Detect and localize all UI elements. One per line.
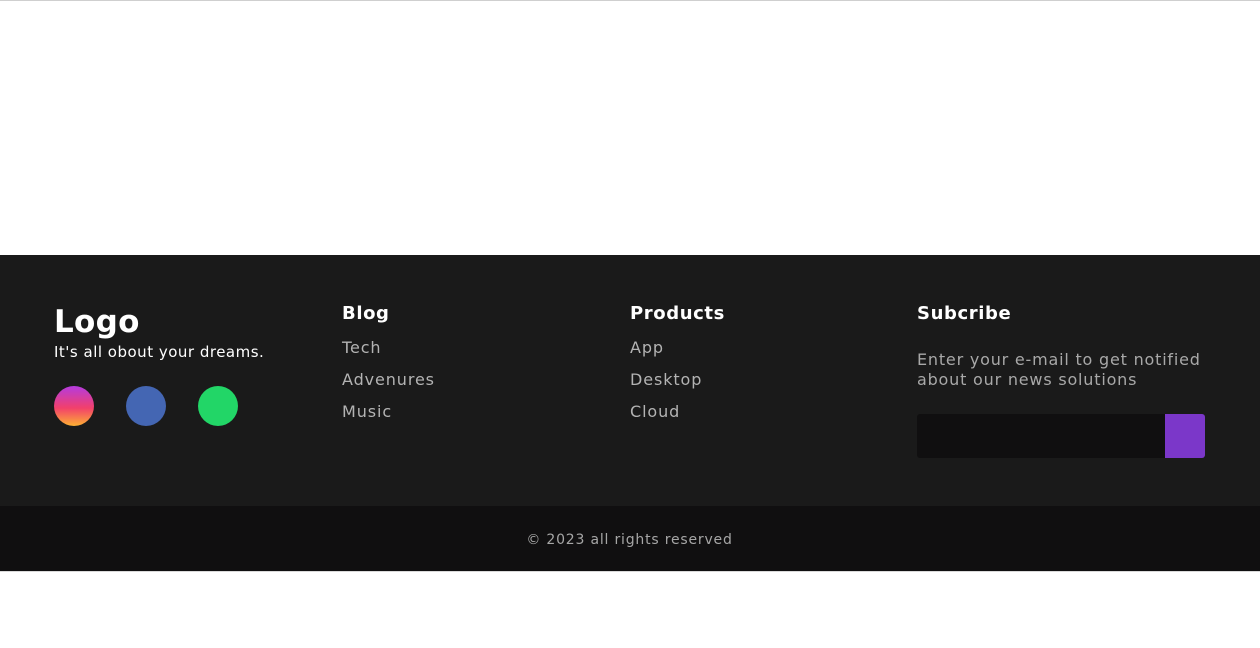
tagline: It's all obout your dreams. <box>54 343 265 361</box>
subscribe-form <box>917 414 1205 458</box>
site-footer: Logo It's all obout your dreams. Blog Te… <box>0 255 1260 506</box>
list-item: App <box>630 338 702 370</box>
facebook-icon[interactable] <box>126 386 166 426</box>
products-links: App Desktop Cloud <box>630 338 702 434</box>
list-item: Cloud <box>630 402 702 434</box>
products-link-desktop[interactable]: Desktop <box>630 370 702 389</box>
blog-link-music[interactable]: Music <box>342 402 392 421</box>
email-field[interactable] <box>917 414 1165 458</box>
blog-link-adventures[interactable]: Advenures <box>342 370 435 389</box>
blog-links: Tech Advenures Music <box>342 338 435 434</box>
list-item: Advenures <box>342 370 435 402</box>
blog-heading: Blog <box>342 303 390 324</box>
bottom-divider <box>0 571 1260 572</box>
social-links <box>54 386 238 426</box>
whatsapp-icon[interactable] <box>198 386 238 426</box>
subscribe-heading: Subcribe <box>917 303 1012 324</box>
footer-bottom-bar: © 2023 all rights reserved <box>0 506 1260 571</box>
blog-link-tech[interactable]: Tech <box>342 338 381 357</box>
list-item: Tech <box>342 338 435 370</box>
products-link-app[interactable]: App <box>630 338 664 357</box>
products-heading: Products <box>630 303 725 324</box>
list-item: Desktop <box>630 370 702 402</box>
logo[interactable]: Logo <box>54 304 140 340</box>
products-link-cloud[interactable]: Cloud <box>630 402 680 421</box>
list-item: Music <box>342 402 435 434</box>
subscribe-description: Enter your e-mail to get notified about … <box>917 350 1201 389</box>
top-divider <box>0 0 1260 1</box>
subscribe-button[interactable] <box>1165 414 1205 458</box>
instagram-icon[interactable] <box>54 386 94 426</box>
copyright-text: © 2023 all rights reserved <box>526 531 733 548</box>
